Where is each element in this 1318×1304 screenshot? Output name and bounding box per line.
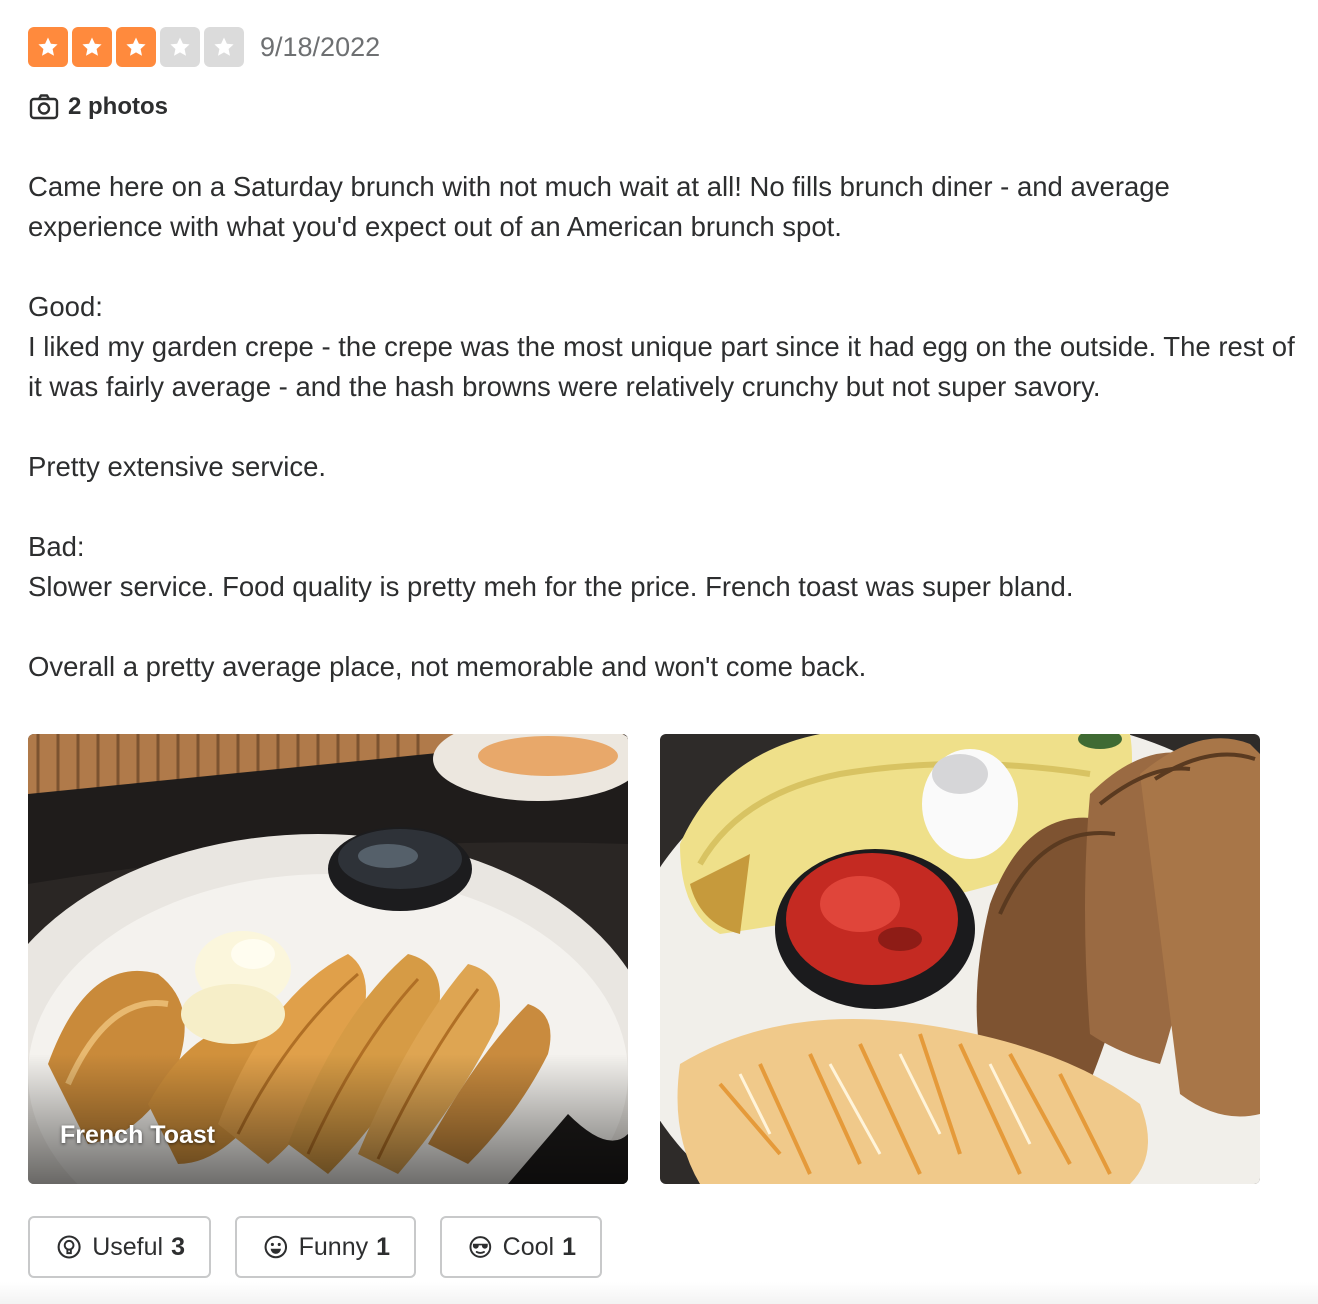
review-paragraph: Pretty extensive service.	[28, 451, 327, 482]
cool-label: Cool	[502, 1232, 555, 1261]
review-photo-french-toast[interactable]: French Toast	[28, 734, 628, 1184]
review-paragraph: Came here on a Saturday brunch with not …	[28, 171, 1170, 242]
photos-count-label[interactable]: 2 photos	[68, 93, 168, 121]
star-icon	[28, 27, 68, 67]
review-reactions: Useful 3 Funny 1 Cool 1	[28, 1216, 602, 1278]
lightbulb-icon	[57, 1235, 81, 1259]
funny-button[interactable]: Funny 1	[235, 1216, 416, 1278]
review-paragraph: Bad: Slower service. Food quality is pre…	[28, 531, 1074, 602]
review-paragraph: Good: I liked my garden crepe - the crep…	[28, 291, 1295, 402]
review-photo-crepe-plate[interactable]	[660, 734, 1260, 1184]
funny-count: 1	[376, 1232, 390, 1261]
cool-button[interactable]: Cool 1	[440, 1216, 602, 1278]
useful-label: Useful	[92, 1232, 164, 1261]
star-rating	[28, 27, 244, 67]
photos-link[interactable]: 2 photos	[28, 91, 168, 123]
review-paragraph: Overall a pretty average place, not memo…	[28, 651, 867, 682]
useful-button[interactable]: Useful 3	[28, 1216, 211, 1278]
star-icon	[72, 27, 112, 67]
star-icon	[160, 27, 200, 67]
star-icon	[204, 27, 244, 67]
review-rating-row: 9/18/2022	[28, 27, 380, 67]
funny-label: Funny	[298, 1232, 369, 1261]
cool-count: 1	[562, 1232, 576, 1261]
review-body: Came here on a Saturday brunch with not …	[28, 167, 1303, 687]
photo-caption: French Toast	[60, 1121, 216, 1149]
smile-icon	[264, 1235, 288, 1259]
page-bottom-fade	[0, 1282, 1318, 1304]
sunglasses-icon	[469, 1236, 492, 1258]
review-date: 9/18/2022	[260, 31, 381, 62]
star-icon	[116, 27, 156, 67]
crepe-plate-photo	[660, 734, 1260, 1184]
useful-count: 3	[171, 1232, 185, 1261]
camera-icon	[29, 94, 59, 120]
caption-overlay	[28, 1054, 628, 1184]
